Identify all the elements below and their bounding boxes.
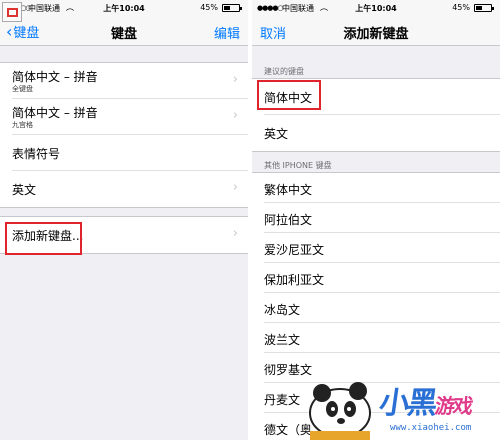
list-item[interactable]: 繁体中文 (264, 173, 500, 203)
keyboard-sub: 全键盘 (12, 85, 33, 93)
keyboard-label: 丹麦文 (264, 393, 301, 407)
keyboard-label: 简体中文 – 拼音 (12, 106, 98, 120)
keyboard-label: 爱沙尼亚文 (264, 243, 325, 257)
status-bar: ●●○○○ 中国联通 ︵ 上午10:04 45% (0, 0, 248, 16)
list-item[interactable]: 冰岛文 (264, 293, 500, 323)
chevron-right-icon: › (232, 226, 238, 241)
section-header-suggested: 建议的键盘 (264, 67, 304, 76)
chevron-right-icon: › (232, 108, 238, 123)
keyboard-label: 简体中文 – 拼音 (12, 70, 98, 84)
keyboard-label: 繁体中文 (264, 183, 313, 197)
brand-name: 小黑 (377, 386, 438, 421)
keyboard-list: 简体中文 – 拼音 全键盘 › 简体中文 – 拼音 九宫格 › 表情符号 英文 … (0, 62, 248, 208)
battery-icon (474, 4, 494, 12)
keyboard-label: 冰岛文 (264, 303, 301, 317)
keyboard-label: 英文 (264, 127, 289, 141)
keyboard-label: 表情符号 (12, 147, 61, 161)
page-title: 添加新键盘 (343, 27, 409, 42)
list-item[interactable]: 保加利亚文 (264, 263, 500, 293)
chevron-right-icon: › (232, 72, 238, 87)
nav-bar: 取消 添加新键盘 (252, 16, 500, 46)
list-item[interactable]: 爱沙尼亚文 (264, 233, 500, 263)
keyboard-sub: 九宫格 (12, 121, 33, 129)
list-item[interactable]: 表情符号 (12, 135, 248, 171)
battery-icon (222, 4, 242, 12)
highlight-box (257, 80, 321, 110)
battery-percent: 45% (452, 3, 470, 12)
list-item[interactable]: 波兰文 (264, 323, 500, 353)
status-bar: ●●●●○ 中国联通 ︵ 上午10:04 45% (252, 0, 500, 16)
watermark-logo (2, 2, 22, 22)
nav-bar: ‹键盘 键盘 编辑 (0, 16, 248, 46)
highlight-box (5, 222, 82, 255)
brand-logo: 小黑游戏 (377, 378, 475, 422)
brand-sub: 游戏 (433, 394, 473, 418)
keyboard-label: 保加利亚文 (264, 273, 325, 287)
edit-button[interactable]: 编辑 (214, 23, 240, 42)
list-item[interactable]: 简体中文 – 拼音 全键盘 › (12, 63, 248, 99)
section-header-other: 其他 IPHONE 键盘 (264, 161, 332, 170)
keyboard-label: 阿拉伯文 (264, 213, 313, 227)
keyboard-label: 英文 (12, 183, 37, 197)
list-item[interactable]: 英文 (264, 115, 500, 151)
keyboard-label: 波兰文 (264, 333, 301, 347)
left-screen: ●●○○○ 中国联通 ︵ 上午10:04 45% ‹键盘 键盘 编辑 简体中文 … (0, 0, 248, 440)
list-item[interactable]: 阿拉伯文 (264, 203, 500, 233)
list-item[interactable]: 英文 › (12, 171, 248, 207)
battery-percent: 45% (200, 3, 218, 12)
list-item[interactable]: 简体中文 – 拼音 九宫格 › (12, 99, 248, 135)
brand-url: www.xiaohei.com (390, 423, 472, 433)
page-title: 键盘 (110, 27, 137, 42)
chevron-right-icon: › (232, 180, 238, 195)
